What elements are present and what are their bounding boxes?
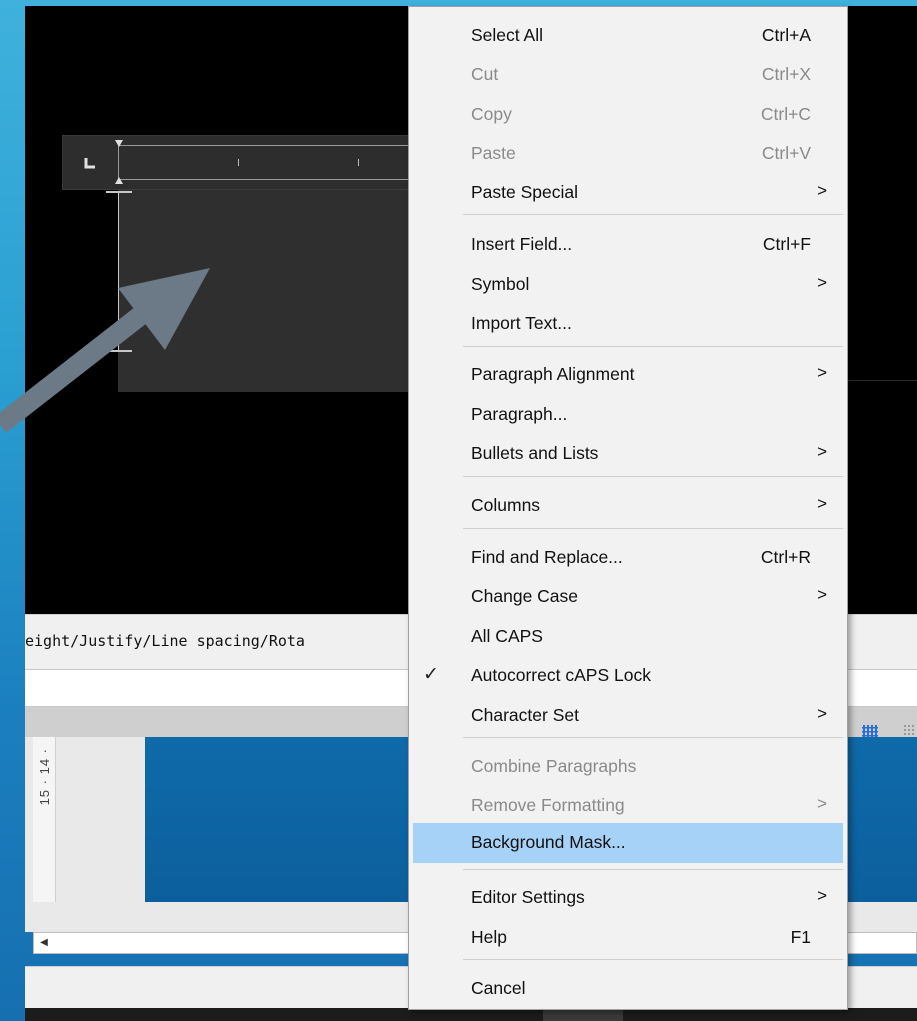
canvas-divider (846, 380, 917, 381)
menu-item-paragraph-alignment[interactable]: Paragraph Alignment > (409, 357, 847, 393)
menu-item-symbol[interactable]: Symbol > (409, 267, 847, 303)
menu-item-cancel[interactable]: Cancel (409, 971, 847, 1007)
chevron-right-icon: > (817, 585, 827, 604)
chevron-right-icon: > (817, 181, 827, 200)
menu-item-bullets-and-lists[interactable]: Bullets and Lists > (409, 436, 847, 472)
checkmark-icon: ✓ (423, 664, 439, 685)
arrow-pointer-icon (0, 268, 210, 433)
chevron-right-icon: > (817, 273, 827, 292)
menu-item-all-caps[interactable]: All CAPS (409, 619, 847, 655)
ruler-tick (238, 159, 239, 166)
chevron-right-icon: > (817, 442, 827, 461)
menu-separator (463, 214, 843, 215)
chevron-right-icon: > (817, 494, 827, 513)
text-cursor-cap (106, 191, 132, 193)
chevron-right-icon: > (817, 363, 827, 382)
menu-item-find-and-replace[interactable]: Find and Replace... Ctrl+R (409, 540, 847, 576)
chevron-right-icon: > (817, 794, 827, 813)
scroll-left-arrow-icon[interactable]: ◀ (36, 935, 52, 951)
menu-item-remove-formatting[interactable]: Remove Formatting > (409, 788, 847, 824)
menu-item-character-set[interactable]: Character Set > (409, 698, 847, 734)
menu-item-background-mask[interactable]: Background Mask... (413, 823, 843, 863)
context-menu: Select All Ctrl+A Cut Ctrl+X Copy Ctrl+C… (408, 6, 848, 1010)
menu-item-select-all[interactable]: Select All Ctrl+A (409, 18, 847, 54)
vertical-ruler-labels: 15 · 14 · (37, 748, 52, 806)
menu-item-combine-paragraphs[interactable]: Combine Paragraphs (409, 749, 847, 785)
command-line-text: eight/Justify/Line spacing/Rota (25, 632, 305, 650)
menu-separator (463, 869, 843, 870)
taskbar-item[interactable] (543, 1010, 623, 1021)
menu-separator (463, 346, 843, 347)
menu-item-change-case[interactable]: Change Case > (409, 579, 847, 615)
chevron-right-icon: > (817, 886, 827, 905)
menu-separator (463, 476, 843, 477)
menu-item-paragraph[interactable]: Paragraph... (409, 397, 847, 433)
menu-item-import-text[interactable]: Import Text... (409, 306, 847, 342)
indent-marker-icon[interactable] (113, 138, 125, 186)
menu-separator (463, 959, 843, 960)
menu-item-paste[interactable]: Paste Ctrl+V (409, 136, 847, 172)
menu-item-paste-special[interactable]: Paste Special > (409, 175, 847, 211)
tab-stop-icon[interactable] (84, 157, 96, 169)
grid-icon[interactable] (862, 724, 880, 738)
menu-item-copy[interactable]: Copy Ctrl+C (409, 97, 847, 133)
ruler-tick (358, 159, 359, 166)
menu-item-insert-field[interactable]: Insert Field... Ctrl+F (409, 227, 847, 263)
menu-separator (463, 528, 843, 529)
text-ruler[interactable] (118, 145, 418, 180)
menu-item-autocorrect-caps-lock[interactable]: ✓ Autocorrect cAPS Lock (409, 658, 847, 694)
menu-item-editor-settings[interactable]: Editor Settings > (409, 880, 847, 916)
menu-separator (463, 737, 843, 738)
chevron-right-icon: > (817, 704, 827, 723)
menu-item-help[interactable]: Help F1 (409, 920, 847, 956)
menu-item-cut[interactable]: Cut Ctrl+X (409, 57, 847, 93)
menu-item-columns[interactable]: Columns > (409, 488, 847, 524)
snap-grid-icon[interactable] (902, 724, 917, 738)
